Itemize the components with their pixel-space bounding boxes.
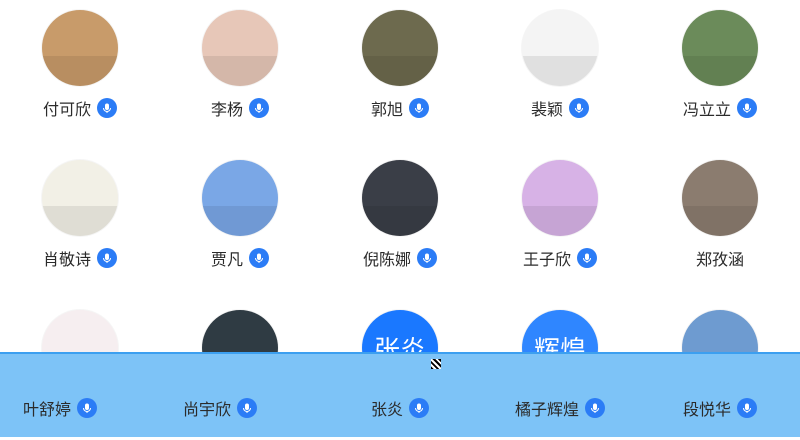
contact-name: 肖敬诗	[42, 250, 91, 269]
name-row: 倪陈娜	[320, 246, 480, 270]
contact-avatar[interactable]	[202, 160, 278, 236]
name-row: 橘子辉煌	[480, 396, 640, 420]
contact-name: 王子欣	[522, 250, 571, 269]
name-row: 王子欣	[480, 246, 640, 270]
microphone-icon	[255, 103, 263, 113]
voice-badge-icon[interactable]	[97, 248, 117, 268]
name-row: 叶舒婷	[0, 396, 140, 420]
contact-name: 橘子辉煌	[514, 400, 579, 419]
avatar-photo-shade	[362, 205, 438, 236]
microphone-icon	[423, 253, 431, 263]
contact-avatar[interactable]	[42, 160, 118, 236]
name-row: 段悦华	[640, 396, 800, 420]
avatar-photo-shade	[42, 205, 118, 236]
microphone-icon	[103, 103, 111, 113]
contact-avatar[interactable]	[682, 160, 758, 236]
contact-name: 倪陈娜	[362, 250, 411, 269]
name-row: 张炎	[320, 396, 480, 420]
contact-avatar[interactable]	[42, 10, 118, 86]
name-row: 付可欣	[0, 96, 160, 120]
microphone-icon	[583, 253, 591, 263]
contact-card[interactable]: 郑孜涵	[640, 150, 800, 290]
voice-badge-icon[interactable]	[417, 248, 437, 268]
contact-card[interactable]: 王子欣	[480, 150, 640, 290]
microphone-icon	[243, 403, 251, 413]
name-row: 裴颖	[480, 96, 640, 120]
contact-name: 李杨	[210, 100, 243, 119]
contact-card[interactable]: 付可欣	[0, 0, 160, 140]
voice-badge-icon[interactable]	[237, 398, 257, 418]
microphone-icon	[83, 403, 91, 413]
name-row: 郑孜涵	[640, 246, 800, 270]
name-row: 尚宇欣	[140, 396, 300, 420]
avatar-photo-shade	[522, 55, 598, 86]
voice-badge-icon[interactable]	[97, 98, 117, 118]
name-row: 冯立立	[640, 96, 800, 120]
contact-avatar[interactable]	[522, 160, 598, 236]
voice-badge-icon[interactable]	[585, 398, 605, 418]
contact-avatar[interactable]	[522, 10, 598, 86]
bottom-contact-label[interactable]: 叶舒婷	[0, 300, 160, 420]
contact-card[interactable]: 郭旭	[320, 0, 480, 140]
name-row: 贾凡	[160, 246, 320, 270]
voice-badge-icon[interactable]	[569, 98, 589, 118]
microphone-icon	[743, 403, 751, 413]
microphone-icon	[103, 253, 111, 263]
avatar-photo-shade	[682, 55, 758, 86]
microphone-icon	[591, 403, 599, 413]
voice-badge-icon[interactable]	[409, 98, 429, 118]
voice-badge-icon[interactable]	[737, 98, 757, 118]
voice-badge-icon[interactable]	[577, 248, 597, 268]
bottom-contact-label[interactable]: 段悦华	[640, 300, 800, 420]
contact-card[interactable]: 倪陈娜	[320, 150, 480, 290]
name-row: 李杨	[160, 96, 320, 120]
bottom-highlight-bar: 叶舒婷 尚宇欣 张炎 橘子辉煌 段悦华	[0, 352, 800, 437]
contact-name: 张炎	[370, 400, 403, 419]
avatar-photo-shade	[202, 55, 278, 86]
contact-name: 叶舒婷	[22, 400, 71, 419]
contact-card[interactable]: 贾凡	[160, 150, 320, 290]
voice-badge-icon[interactable]	[249, 248, 269, 268]
bottom-contact-label[interactable]: 张炎	[320, 300, 480, 420]
contact-card[interactable]: 肖敬诗	[0, 150, 160, 290]
microphone-icon	[415, 103, 423, 113]
microphone-icon	[415, 403, 423, 413]
avatar-photo-shade	[42, 55, 118, 86]
voice-badge-icon[interactable]	[737, 398, 757, 418]
contact-name: 尚宇欣	[182, 400, 231, 419]
contact-card[interactable]: 冯立立	[640, 0, 800, 140]
contact-card[interactable]: 裴颖	[480, 0, 640, 140]
contact-name: 郑孜涵	[695, 250, 744, 269]
microphone-icon	[575, 103, 583, 113]
noise-marker-icon	[431, 359, 441, 369]
contact-avatar[interactable]	[682, 10, 758, 86]
name-row: 郭旭	[320, 96, 480, 120]
name-row: 肖敬诗	[0, 246, 160, 270]
bottom-contact-label[interactable]: 橘子辉煌	[480, 300, 640, 420]
voice-badge-icon[interactable]	[409, 398, 429, 418]
contact-name: 冯立立	[682, 100, 731, 119]
microphone-icon	[255, 253, 263, 263]
contact-card[interactable]: 李杨	[160, 0, 320, 140]
voice-badge-icon[interactable]	[249, 98, 269, 118]
microphone-icon	[743, 103, 751, 113]
contact-avatar[interactable]	[202, 10, 278, 86]
contact-name: 贾凡	[210, 250, 243, 269]
avatar-photo-shade	[522, 205, 598, 236]
contact-name: 付可欣	[42, 100, 91, 119]
contact-avatar[interactable]	[362, 160, 438, 236]
contact-avatar[interactable]	[362, 10, 438, 86]
bottom-contact-label[interactable]: 尚宇欣	[160, 300, 320, 420]
contact-name: 段悦华	[682, 400, 731, 419]
avatar-photo-shade	[202, 205, 278, 236]
voice-badge-icon[interactable]	[77, 398, 97, 418]
avatar-photo-shade	[682, 205, 758, 236]
contact-name: 郭旭	[370, 100, 403, 119]
contact-name: 裴颖	[530, 100, 563, 119]
avatar-photo-shade	[362, 55, 438, 86]
